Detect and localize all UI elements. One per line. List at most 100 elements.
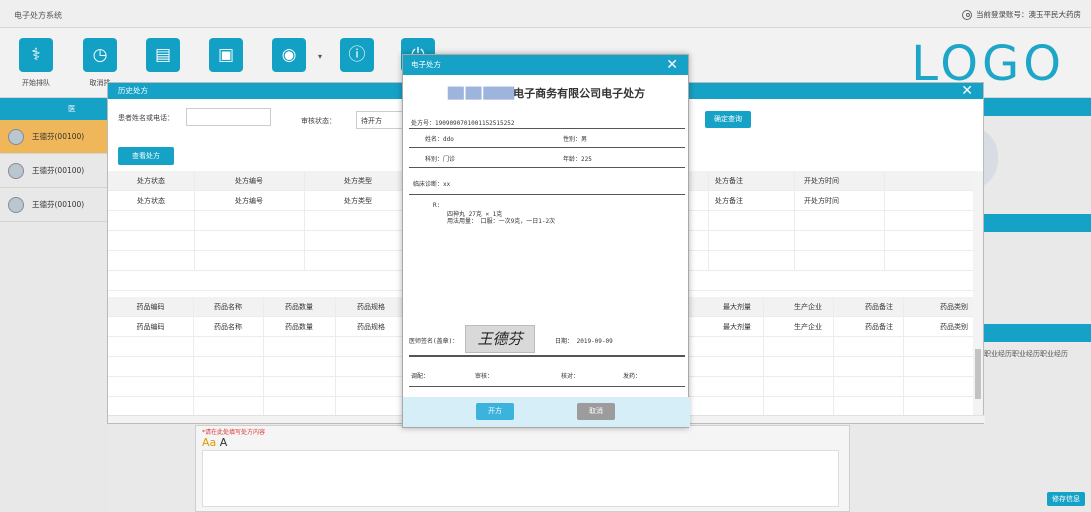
grid-line	[884, 171, 885, 271]
patient-name: 王德芬(00100)	[32, 166, 85, 175]
font-size-icon: A	[219, 436, 228, 449]
patient-item[interactable]: 王德芬(00100)	[0, 154, 108, 188]
column-header: 药品编码	[136, 303, 165, 311]
info-icon: ⓘ	[340, 38, 374, 72]
column-header: 药品规格	[357, 303, 385, 311]
company-title: ██ ██ ████电子商务有限公司电子处方	[403, 85, 690, 101]
editor-textarea[interactable]	[202, 450, 839, 507]
table-cell: 药品名称	[214, 323, 242, 331]
column-header: 处方类型	[344, 177, 372, 185]
font-color-icon: Aa	[202, 436, 217, 449]
view-prescription-button[interactable]: 查看处方	[118, 147, 174, 165]
confirm-query-button[interactable]: 确定查询	[705, 111, 751, 128]
doctor-label: 医	[68, 104, 76, 113]
table-cell: 处方备注	[715, 197, 743, 205]
divider	[409, 194, 685, 195]
start-queue-label: 开始排队	[22, 79, 50, 87]
patient-item[interactable]: 王德芬(00100)	[0, 188, 108, 222]
column-header: 处方备注	[715, 177, 743, 185]
grid-line	[263, 297, 264, 417]
document-clock-icon: ▤	[146, 38, 180, 72]
avatar	[8, 128, 24, 145]
column-header: 开处方时间	[804, 177, 839, 185]
user-icon	[962, 9, 972, 20]
info-button[interactable]: ⓘ	[337, 38, 377, 72]
app-title: 电子处方系统	[14, 11, 62, 20]
info-header-bar	[978, 98, 1091, 116]
patient-item[interactable]: 王德芬(00100)	[0, 120, 108, 154]
records-button[interactable]: ▤	[143, 38, 183, 72]
font-tool[interactable]: Aa A	[202, 436, 227, 449]
column-header: 药品数量	[285, 303, 313, 311]
right-info-panel: 职业经历职业经历职业经历 修存信息	[968, 98, 1091, 512]
patient-gender-field: 性别：男	[563, 136, 588, 143]
doctor-signature-label: 医师签名(盖章)：	[409, 338, 459, 345]
editor-hint: *请在此处填写处方内容	[202, 429, 266, 436]
image-button[interactable]: ▣	[206, 38, 246, 72]
vertical-scrollbar[interactable]	[973, 171, 983, 416]
divider	[409, 147, 685, 148]
info-header-bar	[978, 324, 1091, 342]
patient-name: 王德芬(00100)	[32, 200, 85, 209]
table-cell: 开处方时间	[804, 197, 839, 205]
grid-line	[763, 297, 764, 417]
status-label: 审核状态：	[301, 117, 336, 125]
webcam-icon: ◉	[272, 38, 306, 72]
patient-name: 王德芬(00100)	[32, 132, 85, 141]
divider	[409, 386, 685, 387]
e-prescription-dialog: 电子处方 ✕ ██ ██ ████电子商务有限公司电子处方 处方号：190909…	[402, 54, 690, 428]
divider	[409, 128, 685, 129]
rx-dialog-footer: 开方 取消	[403, 397, 690, 427]
patient-age-field: 年龄：225	[563, 156, 592, 163]
grid-line	[194, 171, 195, 271]
table-cell: 处方类型	[344, 197, 372, 205]
dosage-line: 用法用量： 口服：一次9克，一日1-2次	[447, 218, 556, 225]
patient-list-header: 医	[0, 98, 108, 120]
doctor-signature-image: 王德芬	[465, 325, 535, 353]
cancel-queue-button[interactable]: ◷ 取消排	[80, 38, 120, 88]
diagnosis-field: 临床诊断：xx	[413, 181, 451, 188]
patient-search-input[interactable]	[186, 108, 271, 126]
history-dialog-title: 历史处方	[118, 86, 148, 95]
info-header-bar	[978, 214, 1091, 232]
department-field: 科别：门诊	[425, 156, 456, 163]
table-cell: 药品规格	[357, 323, 385, 331]
status-select[interactable]: 待开方	[356, 111, 404, 129]
grid-line	[193, 297, 194, 417]
rx-number: 处方号：190909070100115251525​2	[411, 120, 515, 127]
start-queue-button[interactable]: ⚕ 开始排队	[16, 38, 56, 88]
search-label: 患者姓名或电话：	[118, 114, 174, 122]
clock-icon: ◷	[83, 38, 117, 72]
close-icon[interactable]: ✕	[961, 83, 973, 99]
column-header: 处方状态	[137, 177, 165, 185]
chevron-down-icon[interactable]: ▾	[318, 52, 322, 61]
avatar	[8, 196, 24, 213]
issue-prescription-button[interactable]: 开方	[476, 403, 514, 420]
camera-button[interactable]: ◉ ▾	[269, 38, 322, 72]
patient-name-field: 姓名：ddo	[425, 136, 454, 143]
company-name-blurred: ██ ██ ████	[447, 87, 514, 100]
close-icon[interactable]: ✕	[666, 55, 678, 75]
grid-line	[304, 171, 305, 271]
column-header: 最大剂量	[723, 303, 751, 311]
scrollbar-thumb[interactable]	[975, 349, 981, 399]
review-label: 审核：	[475, 373, 494, 380]
prescription-editor: *请在此处填写处方内容 Aa A	[195, 425, 850, 512]
issue-label: 发药：	[623, 373, 642, 380]
cancel-button[interactable]: 取消	[577, 403, 615, 420]
table-cell: 最大剂量	[723, 323, 751, 331]
divider	[409, 355, 685, 357]
dispense-label: 调配：	[411, 373, 430, 380]
patient-list-panel: 医 王德芬(00100) 王德芬(00100) 王德芬(00100)	[0, 98, 108, 512]
experience-text: 职业经历职业经历职业经历	[984, 350, 1068, 358]
search-row: 患者姓名或电话：	[118, 108, 271, 126]
column-header: 处方编号	[235, 177, 263, 185]
prescription-date: 日期： 2019-09-09	[555, 338, 613, 345]
rx-dialog-header: 电子处方 ✕	[403, 55, 688, 75]
rx-dialog-title: 电子处方	[411, 60, 441, 69]
avatar	[8, 162, 24, 179]
save-info-button[interactable]: 修存信息	[1047, 492, 1085, 506]
grid-line	[708, 171, 709, 271]
rp-label: R:	[433, 202, 441, 209]
grid-line	[903, 297, 904, 417]
